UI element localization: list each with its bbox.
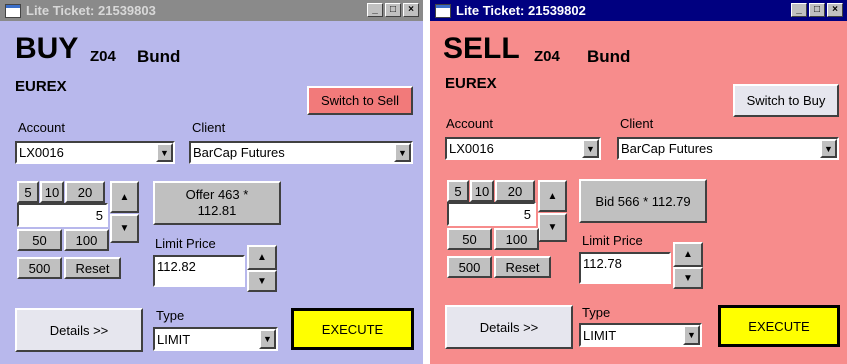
qty-50-button[interactable]: 50 <box>17 229 62 251</box>
chevron-down-icon[interactable]: ▼ <box>683 325 700 345</box>
client-label: Client <box>620 116 654 131</box>
qty-500-button[interactable]: 500 <box>17 257 62 279</box>
execute-button[interactable]: EXECUTE <box>718 305 840 347</box>
order-type-dropdown[interactable]: LIMIT ▼ <box>579 323 702 347</box>
switch-side-button[interactable]: Switch to Sell <box>307 86 413 115</box>
product-name: Bund <box>587 47 631 66</box>
exchange-name: EUREX <box>445 75 497 92</box>
sell-ticket-window: Lite Ticket: 21539802 _ □ × SELL Z04 Bun… <box>430 0 847 364</box>
account-label: Account <box>18 120 65 135</box>
limit-price-input[interactable]: 112.78 <box>579 252 671 284</box>
qty-up-button[interactable]: ▲ <box>110 181 139 213</box>
window-divider <box>423 0 430 364</box>
triangle-up-icon: ▲ <box>547 190 558 202</box>
limit-price-label: Limit Price <box>582 233 643 248</box>
qty-100-button[interactable]: 100 <box>494 228 539 250</box>
triangle-up-icon: ▲ <box>119 191 130 203</box>
quantity-input[interactable]: 5 <box>17 203 108 227</box>
minimize-icon[interactable]: _ <box>791 3 807 17</box>
client-label: Client <box>192 120 226 135</box>
contract-code: Z04 <box>534 48 560 65</box>
qty-20-button[interactable]: 20 <box>495 180 535 202</box>
triangle-down-icon: ▼ <box>683 272 693 284</box>
qty-5-button[interactable]: 5 <box>17 181 39 203</box>
account-dropdown[interactable]: LX0016 ▼ <box>445 137 601 160</box>
side-label: BUY <box>15 32 79 65</box>
price-up-button[interactable]: ▲ <box>673 242 703 267</box>
qty-down-button[interactable]: ▼ <box>110 214 139 243</box>
execute-button[interactable]: EXECUTE <box>291 308 414 350</box>
bid-price-button[interactable]: Bid 566 * 112.79 <box>579 179 707 223</box>
triangle-down-icon: ▼ <box>547 222 558 233</box>
ticket-app-icon <box>5 3 21 18</box>
qty-10-button[interactable]: 10 <box>40 181 64 203</box>
exchange-name: EUREX <box>15 78 67 95</box>
client-dropdown[interactable]: BarCap Futures ▼ <box>189 141 413 164</box>
order-type-dropdown[interactable]: LIMIT ▼ <box>153 327 278 351</box>
contract-code: Z04 <box>90 48 116 65</box>
qty-down-button[interactable]: ▼ <box>538 213 567 242</box>
details-button[interactable]: Details >> <box>445 305 573 349</box>
qty-up-button[interactable]: ▲ <box>538 180 567 212</box>
account-label: Account <box>446 116 493 131</box>
qty-100-button[interactable]: 100 <box>64 229 109 251</box>
maximize-icon[interactable]: □ <box>809 3 825 17</box>
product-name: Bund <box>137 47 181 66</box>
side-label: SELL <box>443 32 520 65</box>
qty-reset-button[interactable]: Reset <box>494 256 551 278</box>
close-icon[interactable]: × <box>827 3 843 17</box>
qty-reset-button[interactable]: Reset <box>64 257 121 279</box>
limit-price-label: Limit Price <box>155 236 216 251</box>
chevron-down-icon[interactable]: ▼ <box>156 143 173 162</box>
triangle-up-icon: ▲ <box>683 249 693 260</box>
type-label: Type <box>156 308 185 323</box>
chevron-down-icon[interactable]: ▼ <box>394 143 411 162</box>
triangle-down-icon: ▼ <box>119 223 130 234</box>
price-up-button[interactable]: ▲ <box>247 245 277 270</box>
ticket-app-icon <box>435 3 451 18</box>
maximize-icon[interactable]: □ <box>385 3 401 17</box>
account-dropdown[interactable]: LX0016 ▼ <box>15 141 175 164</box>
price-down-button[interactable]: ▼ <box>673 267 703 289</box>
chevron-down-icon[interactable]: ▼ <box>259 329 276 349</box>
offer-price-button[interactable]: Offer 463 * 112.81 <box>153 181 281 225</box>
triangle-up-icon: ▲ <box>257 252 267 263</box>
close-icon[interactable]: × <box>403 3 419 17</box>
qty-50-button[interactable]: 50 <box>447 228 492 250</box>
triangle-down-icon: ▼ <box>257 275 267 287</box>
qty-10-button[interactable]: 10 <box>470 180 494 202</box>
details-button[interactable]: Details >> <box>15 308 143 352</box>
title-bar[interactable]: Lite Ticket: 21539802 _ □ × <box>430 0 847 21</box>
qty-500-button[interactable]: 500 <box>447 256 492 278</box>
price-down-button[interactable]: ▼ <box>247 270 277 292</box>
qty-5-button[interactable]: 5 <box>447 180 469 202</box>
type-label: Type <box>582 305 611 320</box>
buy-ticket-window: Lite Ticket: 21539803 _ □ × BUY Z04 Bund… <box>0 0 423 364</box>
chevron-down-icon[interactable]: ▼ <box>820 139 837 158</box>
qty-20-button[interactable]: 20 <box>65 181 105 203</box>
window-title: Lite Ticket: 21539803 <box>26 3 156 18</box>
quantity-input[interactable]: 5 <box>447 202 536 226</box>
title-bar[interactable]: Lite Ticket: 21539803 _ □ × <box>0 0 423 21</box>
chevron-down-icon[interactable]: ▼ <box>582 139 599 158</box>
minimize-icon[interactable]: _ <box>367 3 383 17</box>
client-dropdown[interactable]: BarCap Futures ▼ <box>617 137 839 160</box>
window-title: Lite Ticket: 21539802 <box>456 3 586 18</box>
switch-side-button[interactable]: Switch to Buy <box>733 84 839 117</box>
limit-price-input[interactable]: 112.82 <box>153 255 245 287</box>
